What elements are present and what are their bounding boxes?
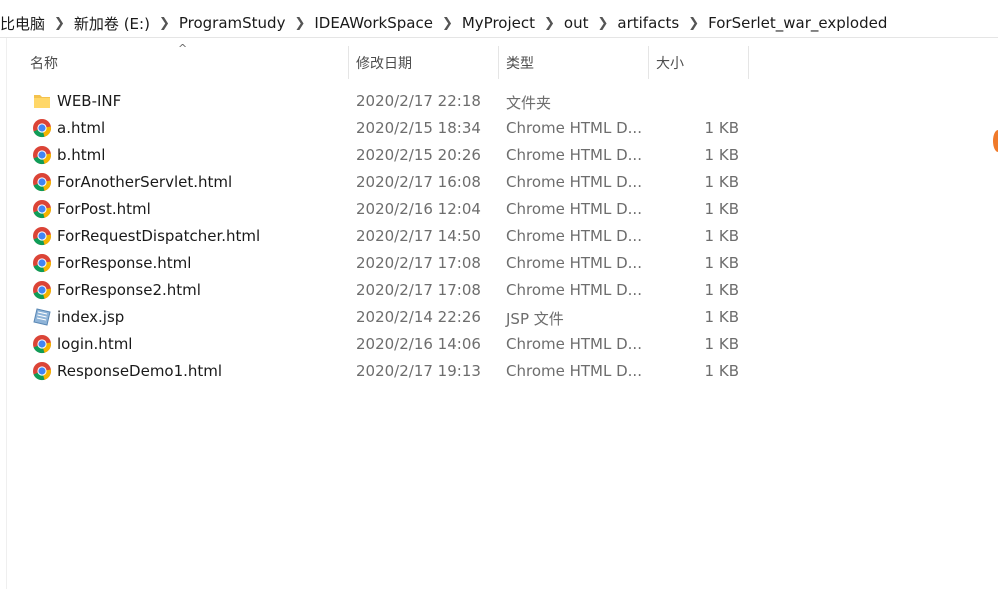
breadcrumb-artifacts[interactable]: artifacts [617,14,679,32]
file-name: ForResponse.html [57,254,192,272]
file-name: WEB-INF [57,92,122,110]
file-row[interactable]: ForRequestDispatcher.html 2020/2/17 14:50… [0,223,760,250]
file-modified-date: 2020/2/15 18:34 [356,119,481,137]
file-size: 1 KB [704,308,739,326]
chrome-icon [32,334,52,354]
file-type: Chrome HTML D... [506,254,642,272]
column-header-row: 名称 修改日期 类型 大小 [0,46,760,79]
column-divider[interactable] [348,46,349,79]
column-header-name[interactable]: 名称 [30,46,348,79]
file-row[interactable]: ForResponse2.html 2020/2/17 17:08 Chrome H… [0,277,760,304]
file-row[interactable]: ForPost.html 2020/2/16 12:04 Chrome HTML D… [0,196,760,223]
file-size: 1 KB [704,227,739,245]
file-modified-date: 2020/2/14 22:26 [356,308,481,326]
column-header-date[interactable]: 修改日期 [356,46,498,79]
chrome-icon [32,118,52,138]
file-modified-date: 2020/2/17 22:18 [356,92,481,110]
file-modified-date: 2020/2/15 20:26 [356,146,481,164]
file-name: a.html [57,119,106,137]
chrome-icon [32,253,52,273]
column-divider[interactable] [748,46,749,79]
file-type: Chrome HTML D... [506,227,642,245]
file-size: 1 KB [704,335,739,353]
file-size: 1 KB [704,281,739,299]
breadcrumb-current-folder[interactable]: ForSerlet_war_exploded [708,14,887,32]
file-modified-date: 2020/2/17 17:08 [356,254,481,272]
chrome-icon [32,226,52,246]
file-name: ForResponse2.html [57,281,201,299]
file-name: b.html [57,146,106,164]
file-row[interactable]: WEB-INF 2020/2/17 22:18 文件夹 [0,88,760,115]
file-modified-date: 2020/2/17 16:08 [356,173,481,191]
file-name: ForAnotherServlet.html [57,173,233,191]
file-size: 1 KB [704,173,739,191]
chevron-right-icon[interactable]: ❯ [159,16,170,31]
file-type: Chrome HTML D... [506,173,642,191]
file-row[interactable]: a.html 2020/2/15 18:34 Chrome HTML D... 1 K… [0,115,760,142]
chrome-icon [32,145,52,165]
chrome-icon [32,199,52,219]
file-name: index.jsp [57,308,125,326]
chrome-icon [32,280,52,300]
file-modified-date: 2020/2/16 14:06 [356,335,481,353]
file-row[interactable]: login.html 2020/2/16 14:06 Chrome HTML D..… [0,331,760,358]
file-name: login.html [57,335,133,353]
file-name: ForRequestDispatcher.html [57,227,261,245]
chevron-right-icon[interactable]: ❯ [54,16,65,31]
file-row[interactable]: b.html 2020/2/15 20:26 Chrome HTML D... 1 K… [0,142,760,169]
column-divider[interactable] [498,46,499,79]
file-row[interactable]: ForAnotherServlet.html 2020/2/17 16:08 Chr… [0,169,760,196]
file-row[interactable]: ForResponse.html 2020/2/17 17:08 Chrome HT… [0,250,760,277]
chevron-right-icon[interactable]: ❯ [688,16,699,31]
column-header-size[interactable]: 大小 [656,46,748,79]
file-type: 文件夹 [506,94,552,112]
address-bar-divider [0,37,998,38]
chrome-icon [32,172,52,192]
breadcrumb-ideaworkspace[interactable]: IDEAWorkSpace [314,14,433,32]
breadcrumb-myproject[interactable]: MyProject [462,14,535,32]
file-type: Chrome HTML D... [506,281,642,299]
edge-marker [993,130,998,152]
file-list: WEB-INF 2020/2/17 22:18 文件夹 a.html 2020/2/15… [0,88,760,385]
column-divider[interactable] [648,46,649,79]
file-modified-date: 2020/2/16 12:04 [356,200,481,218]
file-name: ResponseDemo1.html [57,362,223,380]
file-size: 1 KB [704,119,739,137]
file-size: 1 KB [704,200,739,218]
file-size: 1 KB [704,146,739,164]
file-row[interactable]: ResponseDemo1.html 2020/2/17 19:13 Chrome … [0,358,760,385]
file-type: Chrome HTML D... [506,362,642,380]
address-breadcrumb: 比电脑 ❯ 新加卷 (E:) ❯ ProgramStudy ❯ IDEAWork… [0,9,998,37]
file-type: Chrome HTML D... [506,119,642,137]
file-row[interactable]: index.jsp 2020/2/14 22:26 JSP 文件 1 KB [0,304,760,331]
breadcrumb-drive-e[interactable]: 新加卷 (E:) [74,13,150,34]
file-type: JSP 文件 [506,310,564,328]
breadcrumb-this-pc[interactable]: 比电脑 [0,13,45,34]
file-type: Chrome HTML D... [506,200,642,218]
jsp-file-icon [32,307,52,327]
breadcrumb-out[interactable]: out [564,14,589,32]
chevron-right-icon[interactable]: ❯ [544,16,555,31]
file-modified-date: 2020/2/17 14:50 [356,227,481,245]
file-size: 1 KB [704,254,739,272]
file-modified-date: 2020/2/17 19:13 [356,362,481,380]
file-type: Chrome HTML D... [506,146,642,164]
chevron-right-icon[interactable]: ❯ [597,16,608,31]
file-type: Chrome HTML D... [506,335,642,353]
file-name: ForPost.html [57,200,151,218]
file-modified-date: 2020/2/17 17:08 [356,281,481,299]
folder-icon [32,91,52,111]
column-header-type[interactable]: 类型 [506,46,648,79]
chevron-right-icon[interactable]: ❯ [442,16,453,31]
chrome-icon [32,361,52,381]
chevron-right-icon[interactable]: ❯ [294,16,305,31]
breadcrumb-programstudy[interactable]: ProgramStudy [179,14,286,32]
file-size: 1 KB [704,362,739,380]
